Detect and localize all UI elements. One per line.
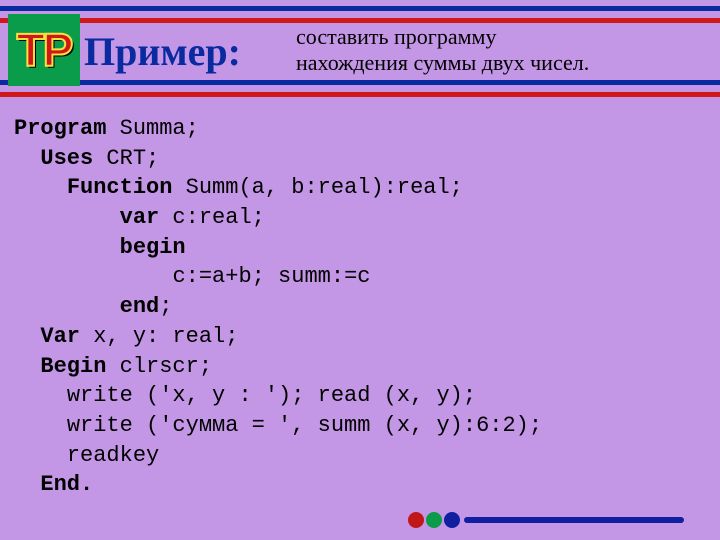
dot-red-icon [408,512,424,528]
code-text: c:=a+b; summ:=c [172,264,370,289]
slide-header: TP Пример: составить программу нахождени… [0,0,720,96]
rule-red-top [0,18,720,23]
subtitle-line-1: составить программу [296,24,496,49]
kw-end2: End. [40,472,93,497]
kw-var2: Var [40,324,80,349]
code-text: Summa; [106,116,198,141]
code-text: x, y: real; [80,324,238,349]
slide-title: Пример: [84,28,241,75]
subtitle-line-2: нахождения суммы двух чисел. [296,50,589,75]
footer-bar [464,517,684,523]
code-block: Program Summa; Uses CRT; Function Summ(a… [0,96,720,500]
code-text: Summ(a, b:real):real; [172,175,462,200]
footer-decoration [408,512,684,528]
tp-logo-text: TP [17,23,72,77]
kw-begin: begin [120,235,186,260]
code-text: readkey [67,443,159,468]
kw-function: Function [67,175,173,200]
kw-var: var [120,205,160,230]
code-text: clrscr; [106,354,212,379]
rule-blue-top [0,6,720,11]
kw-program: Program [14,116,106,141]
slide-subtitle: составить программу нахождения суммы дву… [296,24,589,77]
dot-green-icon [426,512,442,528]
kw-begin2: Begin [40,354,106,379]
code-text: write ('сумма = ', summ (x, y):6:2); [67,413,542,438]
code-text: CRT; [93,146,159,171]
dot-blue-icon [444,512,460,528]
rule-blue-bottom [0,80,720,85]
tp-logo: TP [8,14,80,86]
kw-uses: Uses [40,146,93,171]
code-text: c:real; [159,205,265,230]
kw-end: end [120,294,160,319]
code-text: ; [159,294,172,319]
rule-red-bottom [0,92,720,97]
code-text: write ('x, y : '); read (x, y); [67,383,476,408]
